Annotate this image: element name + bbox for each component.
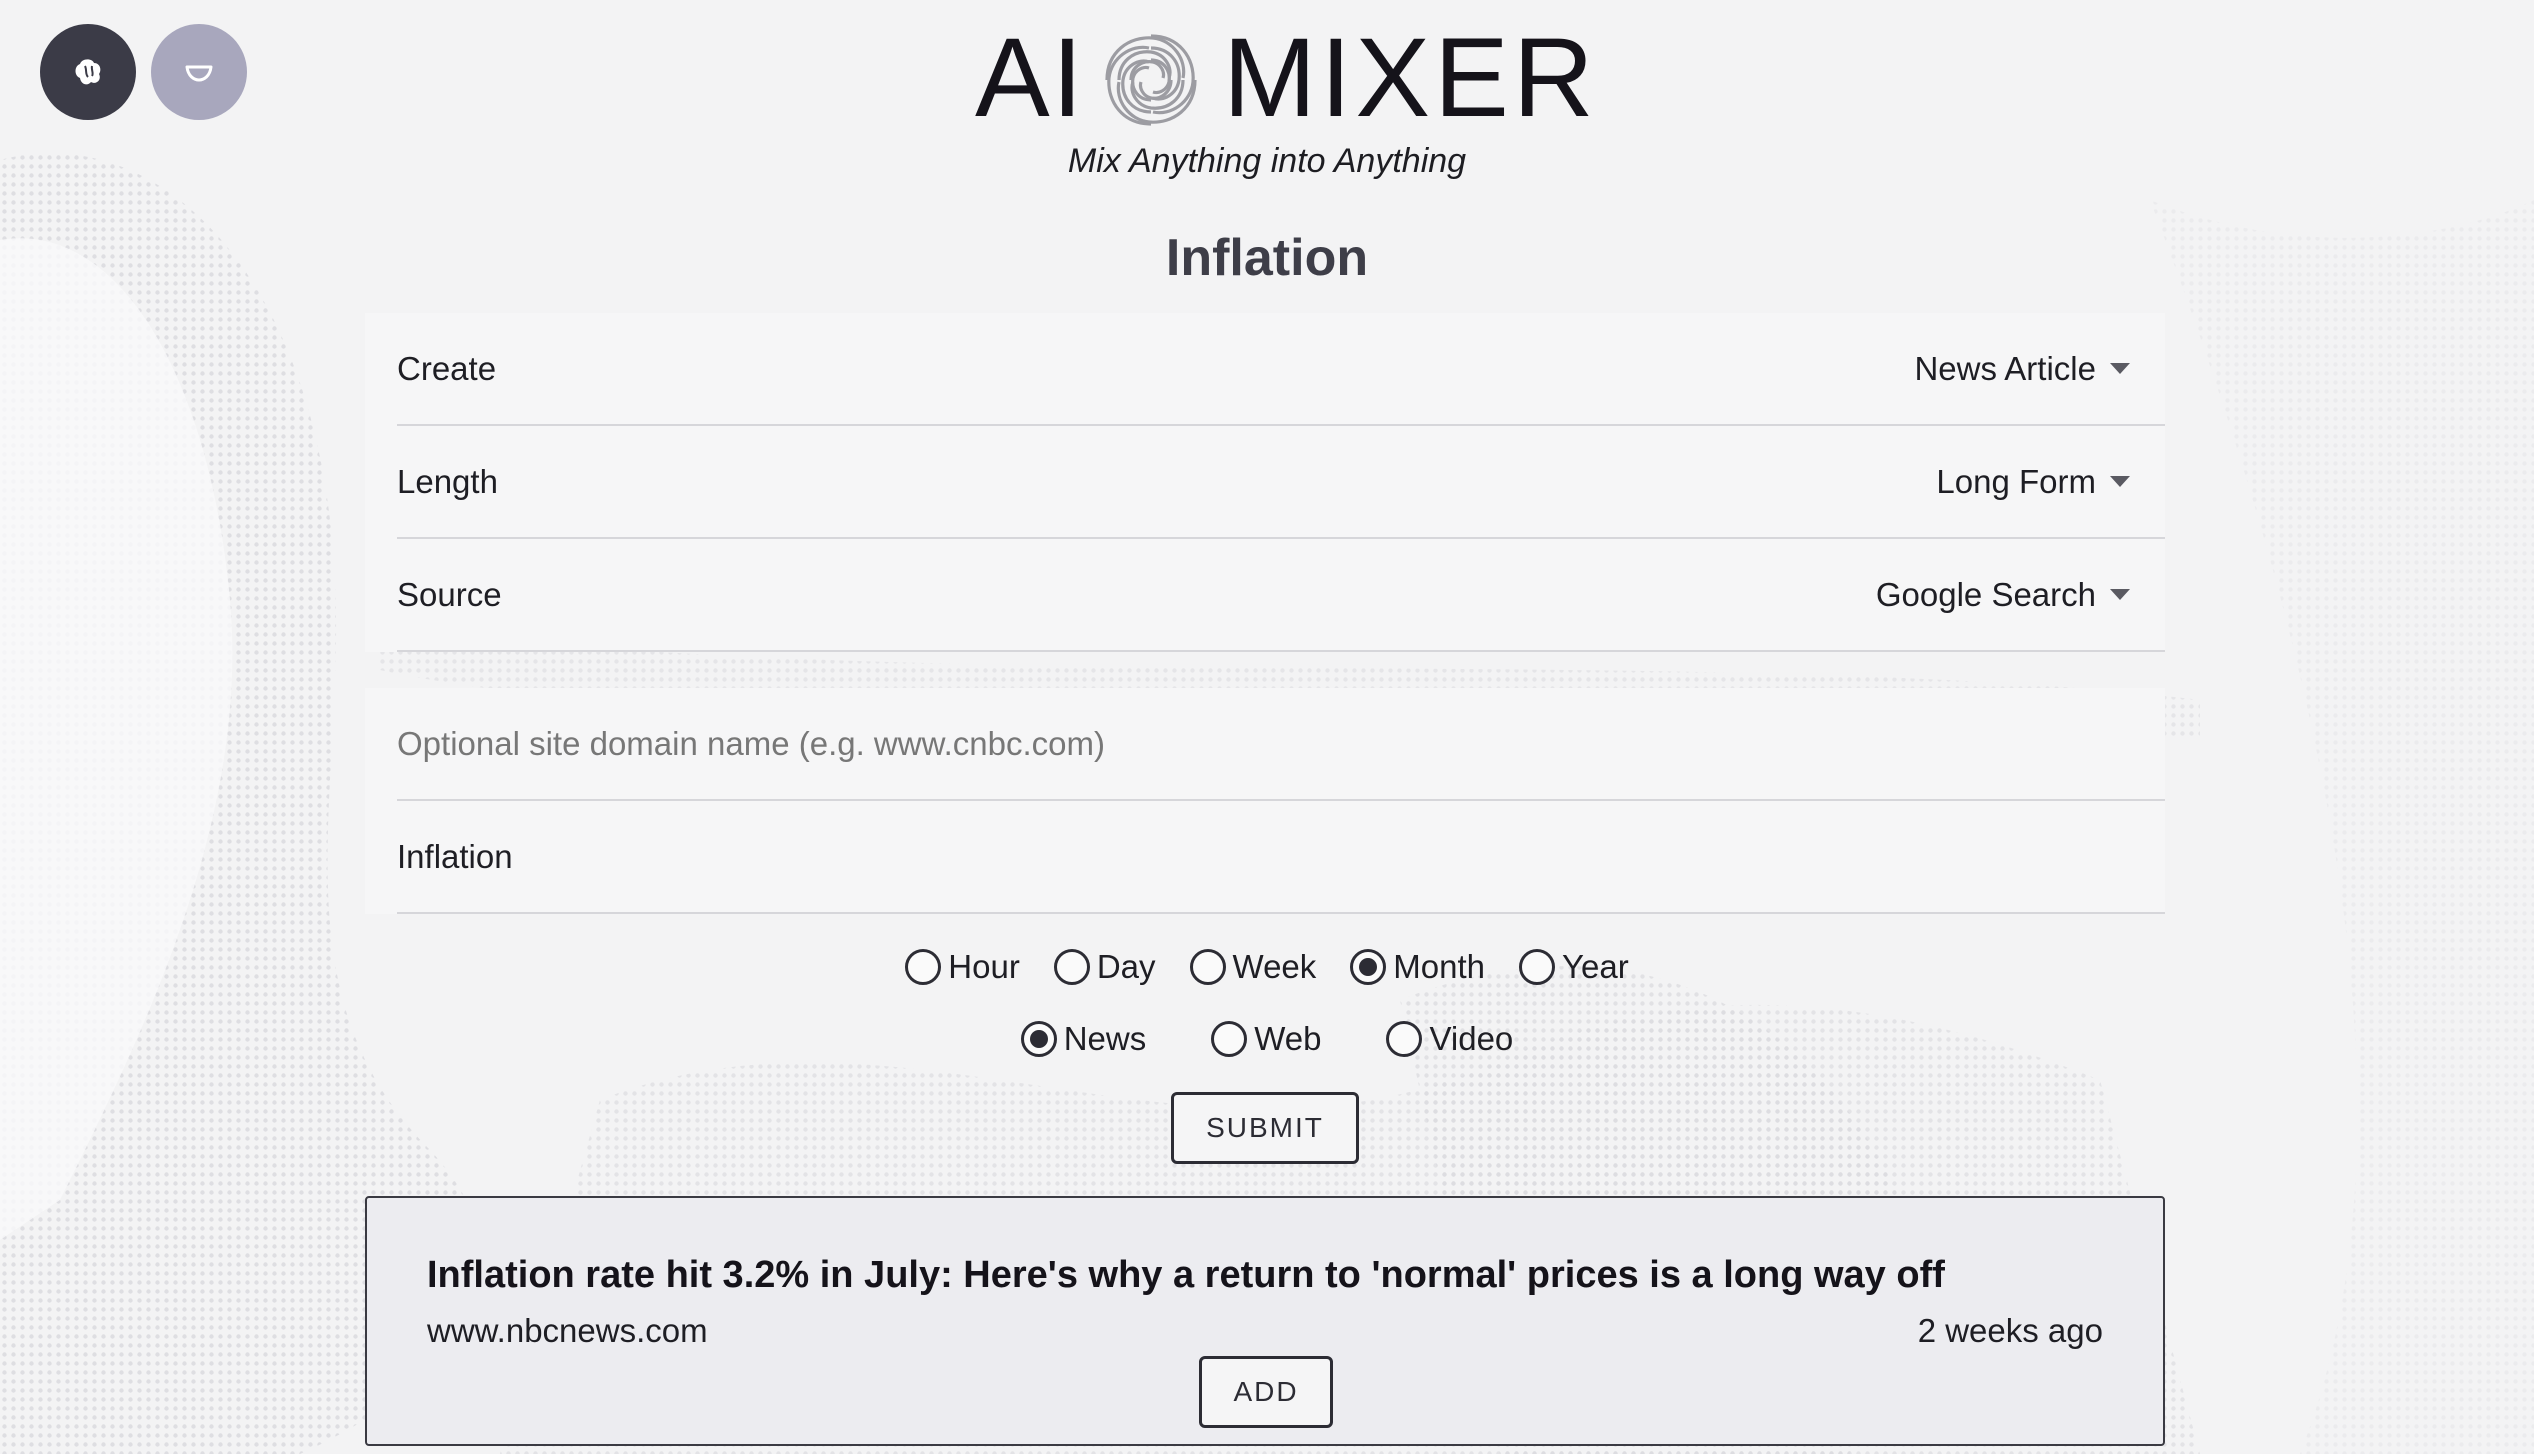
length-dropdown[interactable]: Long Form bbox=[1936, 463, 2130, 501]
search-type-radio-group: News Web Video bbox=[0, 1020, 2534, 1058]
brain-button[interactable] bbox=[40, 24, 136, 120]
settings-panel: Create News Article Length Long Form Sou… bbox=[365, 313, 2165, 652]
domain-input-placeholder: Optional site domain name (e.g. www.cnbc… bbox=[397, 724, 1105, 762]
logo-text-ai: AI bbox=[975, 15, 1085, 140]
radio-month[interactable]: Month bbox=[1350, 948, 1485, 986]
domain-field[interactable]: Optional site domain name (e.g. www.cnbc… bbox=[397, 688, 2165, 801]
source-value: Google Search bbox=[1875, 575, 2096, 613]
result-source: www.nbcnews.com bbox=[427, 1312, 708, 1349]
create-row: Create News Article bbox=[397, 313, 2165, 426]
radio-week[interactable]: Week bbox=[1189, 948, 1317, 986]
radio-circle bbox=[905, 949, 942, 985]
app-logo: AI MIXER bbox=[975, 15, 1594, 140]
radio-video[interactable]: Video bbox=[1386, 1020, 1513, 1058]
caret-down-icon bbox=[2110, 363, 2130, 374]
radio-circle bbox=[1386, 1021, 1423, 1057]
radio-circle bbox=[1189, 949, 1226, 985]
submit-button[interactable]: SUBMIT bbox=[1171, 1092, 1359, 1164]
radio-video-label: Video bbox=[1429, 1020, 1514, 1057]
radio-week-label: Week bbox=[1232, 948, 1317, 985]
add-button[interactable]: ADD bbox=[1199, 1356, 1333, 1428]
query-field[interactable]: Inflation bbox=[397, 801, 2165, 914]
bowl-button[interactable] bbox=[151, 24, 247, 120]
source-row: Source Google Search bbox=[397, 539, 2165, 652]
radio-hour-label: Hour bbox=[948, 948, 1020, 985]
page-title: Inflation bbox=[1165, 229, 1369, 287]
radio-circle bbox=[1211, 1021, 1248, 1057]
query-input-value: Inflation bbox=[397, 837, 513, 875]
brain-icon bbox=[75, 59, 101, 85]
radio-day-label: Day bbox=[1096, 948, 1156, 985]
radio-web[interactable]: Web bbox=[1211, 1020, 1321, 1058]
radio-year[interactable]: Year bbox=[1519, 948, 1629, 986]
radio-circle bbox=[1519, 949, 1555, 985]
radio-news-label: News bbox=[1063, 1020, 1147, 1057]
length-row: Length Long Form bbox=[397, 426, 2165, 539]
tagline: Mix Anything into Anything bbox=[1067, 142, 1467, 180]
source-dropdown[interactable]: Google Search bbox=[1876, 576, 2130, 614]
radio-web-label: Web bbox=[1254, 1020, 1322, 1057]
swirl-icon bbox=[1105, 34, 1197, 126]
caret-down-icon bbox=[2110, 476, 2130, 487]
create-dropdown[interactable]: News Article bbox=[1914, 350, 2130, 388]
radio-year-label: Year bbox=[1562, 948, 1629, 985]
logo-text-mixer: MIXER bbox=[1223, 15, 1598, 140]
radio-circle bbox=[1053, 949, 1090, 985]
result-title[interactable]: Inflation rate hit 3.2% in July: Here's … bbox=[427, 1254, 1945, 1297]
create-label: Create bbox=[397, 349, 497, 387]
query-panel: Optional site domain name (e.g. www.cnbc… bbox=[365, 688, 2165, 914]
caret-down-icon bbox=[2110, 589, 2130, 600]
result-time: 2 weeks ago bbox=[1917, 1312, 2103, 1349]
radio-hour[interactable]: Hour bbox=[905, 948, 1020, 986]
length-value: Long Form bbox=[1936, 462, 2096, 500]
result-card: Inflation rate hit 3.2% in July: Here's … bbox=[365, 1196, 2165, 1446]
radio-day[interactable]: Day bbox=[1053, 948, 1156, 986]
radio-news[interactable]: News bbox=[1020, 1020, 1147, 1058]
radio-month-label: Month bbox=[1393, 948, 1485, 985]
source-label: Source bbox=[397, 575, 502, 613]
radio-circle-selected bbox=[1350, 949, 1387, 985]
create-value: News Article bbox=[1914, 349, 2096, 387]
bowl-icon bbox=[185, 65, 213, 82]
radio-circle-selected bbox=[1020, 1021, 1057, 1057]
length-label: Length bbox=[397, 462, 498, 500]
time-range-radio-group: Hour Day Week Month Year bbox=[0, 948, 2534, 986]
